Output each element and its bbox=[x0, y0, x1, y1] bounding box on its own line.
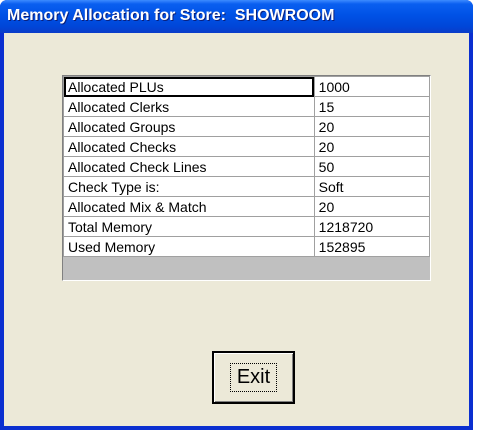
grid-cell-label[interactable]: Allocated PLUs bbox=[63, 76, 315, 97]
grid-row: Allocated Check Lines 50 bbox=[63, 156, 431, 177]
grid-cell-value[interactable]: 152895 bbox=[313, 236, 431, 257]
title-bar[interactable]: Memory Allocation for Store: SHOWROOM bbox=[0, 0, 473, 33]
grid-cell-label[interactable]: Check Type is: bbox=[63, 176, 315, 197]
grid-cell-value[interactable]: 50 bbox=[313, 156, 431, 177]
window-title: Memory Allocation for Store: SHOWROOM bbox=[7, 7, 335, 24]
grid-row: Allocated Checks 20 bbox=[63, 136, 431, 157]
grid-cell-label[interactable]: Allocated Clerks bbox=[63, 96, 315, 117]
grid-row: Total Memory 1218720 bbox=[63, 216, 431, 237]
window-client-area: Allocated PLUs 1000 Allocated Clerks 15 … bbox=[4, 33, 469, 426]
grid-row: Allocated Groups 20 bbox=[63, 116, 431, 137]
grid-row: Allocated Mix & Match 20 bbox=[63, 196, 431, 217]
exit-button-label: Exit bbox=[229, 363, 278, 392]
grid-row: Used Memory 152895 bbox=[63, 236, 431, 257]
grid-cell-value[interactable]: 20 bbox=[313, 116, 431, 137]
grid-cell-value[interactable]: 1000 bbox=[313, 76, 431, 97]
grid-cell-value[interactable]: 15 bbox=[313, 96, 431, 117]
grid-cell-label[interactable]: Allocated Groups bbox=[63, 116, 315, 137]
grid-cell-value[interactable]: 20 bbox=[313, 136, 431, 157]
grid-cell-label[interactable]: Allocated Mix & Match bbox=[63, 196, 315, 217]
grid-cell-value[interactable]: 1218720 bbox=[313, 216, 431, 237]
memory-allocation-grid: Allocated PLUs 1000 Allocated Clerks 15 … bbox=[62, 75, 431, 281]
memory-allocation-window: Memory Allocation for Store: SHOWROOM Al… bbox=[0, 0, 473, 430]
exit-button[interactable]: Exit bbox=[212, 351, 295, 404]
grid-row: Allocated PLUs 1000 bbox=[63, 76, 431, 97]
grid-row: Allocated Clerks 15 bbox=[63, 96, 431, 117]
grid-cell-label[interactable]: Allocated Checks bbox=[63, 136, 315, 157]
grid-cell-value[interactable]: 20 bbox=[313, 196, 431, 217]
grid-cell-label[interactable]: Allocated Check Lines bbox=[63, 156, 315, 177]
grid-cell-label[interactable]: Total Memory bbox=[63, 216, 315, 237]
grid-cell-label[interactable]: Used Memory bbox=[63, 236, 315, 257]
grid-row: Check Type is: Soft bbox=[63, 176, 431, 197]
grid-empty-area bbox=[63, 257, 430, 280]
grid-cell-value[interactable]: Soft bbox=[313, 176, 431, 197]
